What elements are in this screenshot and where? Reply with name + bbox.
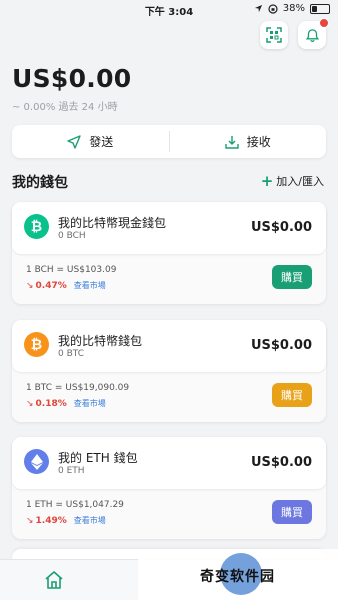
wallet-name: 我的比特幣現金錢包 — [58, 216, 167, 230]
receive-icon — [225, 135, 239, 149]
view-market-link[interactable]: 查看市場 — [74, 515, 106, 526]
wallet-card-bch[interactable]: ₿ 我的比特幣現金錢包 0 BCH US$0.00 1 BCH = US$103… — [12, 202, 326, 304]
add-import-button[interactable]: + 加入/匯入 — [261, 173, 324, 189]
price-change: ↘ 0.18% 查看市場 — [26, 398, 106, 409]
price-change: ↘ 1.49% 查看市場 — [26, 515, 106, 526]
trend-down-icon: ↘ — [26, 515, 34, 526]
send-label: 發送 — [89, 135, 114, 149]
wallet-header[interactable]: ₿ 我的比特幣錢包 0 BTC US$0.00 — [12, 320, 326, 372]
price-change: ↘ 0.47% 查看市場 — [26, 280, 106, 291]
wallet-amount: 0 ETH — [58, 466, 85, 476]
watermark-text: 奇变软件园 — [200, 569, 275, 585]
lock-rotation-icon — [268, 3, 278, 14]
exchange-rate: 1 BCH = US$103.09 — [26, 265, 117, 275]
notifications-button[interactable] — [298, 18, 329, 49]
my-wallets-title: 我的錢包 — [12, 175, 68, 191]
location-icon — [254, 4, 262, 13]
wallet-header[interactable]: ₿ 我的比特幣現金錢包 0 BCH US$0.00 — [12, 202, 326, 254]
change-percent: 0.18% — [35, 398, 67, 409]
buy-button[interactable]: 購買 — [272, 383, 312, 407]
buy-button[interactable]: 購買 — [272, 500, 312, 524]
watermark: 奇变软件园 — [138, 549, 338, 600]
trend-down-icon: ↘ — [26, 280, 34, 291]
wallet-card-btc[interactable]: ₿ 我的比特幣錢包 0 BTC US$0.00 1 BTC = US$19,09… — [12, 320, 326, 422]
receive-label: 接收 — [246, 135, 271, 149]
wallet-amount: 0 BTC — [58, 349, 85, 359]
wallet-header[interactable]: 我的 ETH 錢包 0 ETH US$0.00 — [12, 437, 326, 489]
add-import-label: 加入/匯入 — [276, 175, 324, 188]
send-icon — [67, 134, 81, 149]
home-tab[interactable] — [44, 570, 64, 594]
home-icon — [45, 571, 63, 589]
send-receive-card: 發送 接收 — [12, 125, 326, 158]
scan-qr-button[interactable] — [260, 21, 288, 49]
exchange-rate: 1 BTC = US$19,090.09 — [26, 383, 130, 393]
change-percent: 0.47% — [35, 280, 67, 291]
bitcoin-cash-icon: ₿ — [24, 214, 49, 239]
plus-icon: + — [260, 172, 274, 190]
send-button[interactable]: 發送 — [12, 125, 169, 158]
wallet-balance: US$0.00 — [250, 455, 312, 470]
wallet-card-eth[interactable]: 我的 ETH 錢包 0 ETH US$0.00 1 ETH = US$1,047… — [12, 437, 326, 539]
wallet-name: 我的 ETH 錢包 — [58, 451, 138, 465]
status-bar: 下午 3:04 38% — [0, 0, 338, 18]
24h-change: ~ 0.00% 過去 24 小時 — [12, 102, 118, 113]
wallet-balance: US$0.00 — [250, 220, 312, 235]
battery-icon — [310, 3, 330, 14]
trend-down-icon: ↘ — [26, 398, 34, 409]
change-percent: 1.49% — [35, 515, 67, 526]
ethereum-icon — [24, 449, 49, 474]
wallet-balance: US$0.00 — [250, 338, 312, 353]
buy-button[interactable]: 購買 — [272, 265, 312, 289]
view-market-link[interactable]: 查看市場 — [74, 280, 106, 291]
wallet-amount: 0 BCH — [58, 231, 86, 241]
receive-button[interactable]: 接收 — [170, 125, 327, 158]
status-icons: 38% — [254, 3, 330, 14]
total-balance: US$0.00 — [12, 64, 132, 93]
exchange-rate: 1 ETH = US$1,047.29 — [26, 500, 124, 510]
wallet-name: 我的比特幣錢包 — [58, 334, 143, 348]
bell-icon — [305, 28, 319, 42]
bitcoin-icon: ₿ — [24, 332, 49, 357]
notification-badge — [319, 18, 329, 28]
qr-scan-icon — [266, 27, 282, 43]
battery-percent: 38% — [282, 3, 305, 14]
view-market-link[interactable]: 查看市場 — [74, 398, 106, 409]
